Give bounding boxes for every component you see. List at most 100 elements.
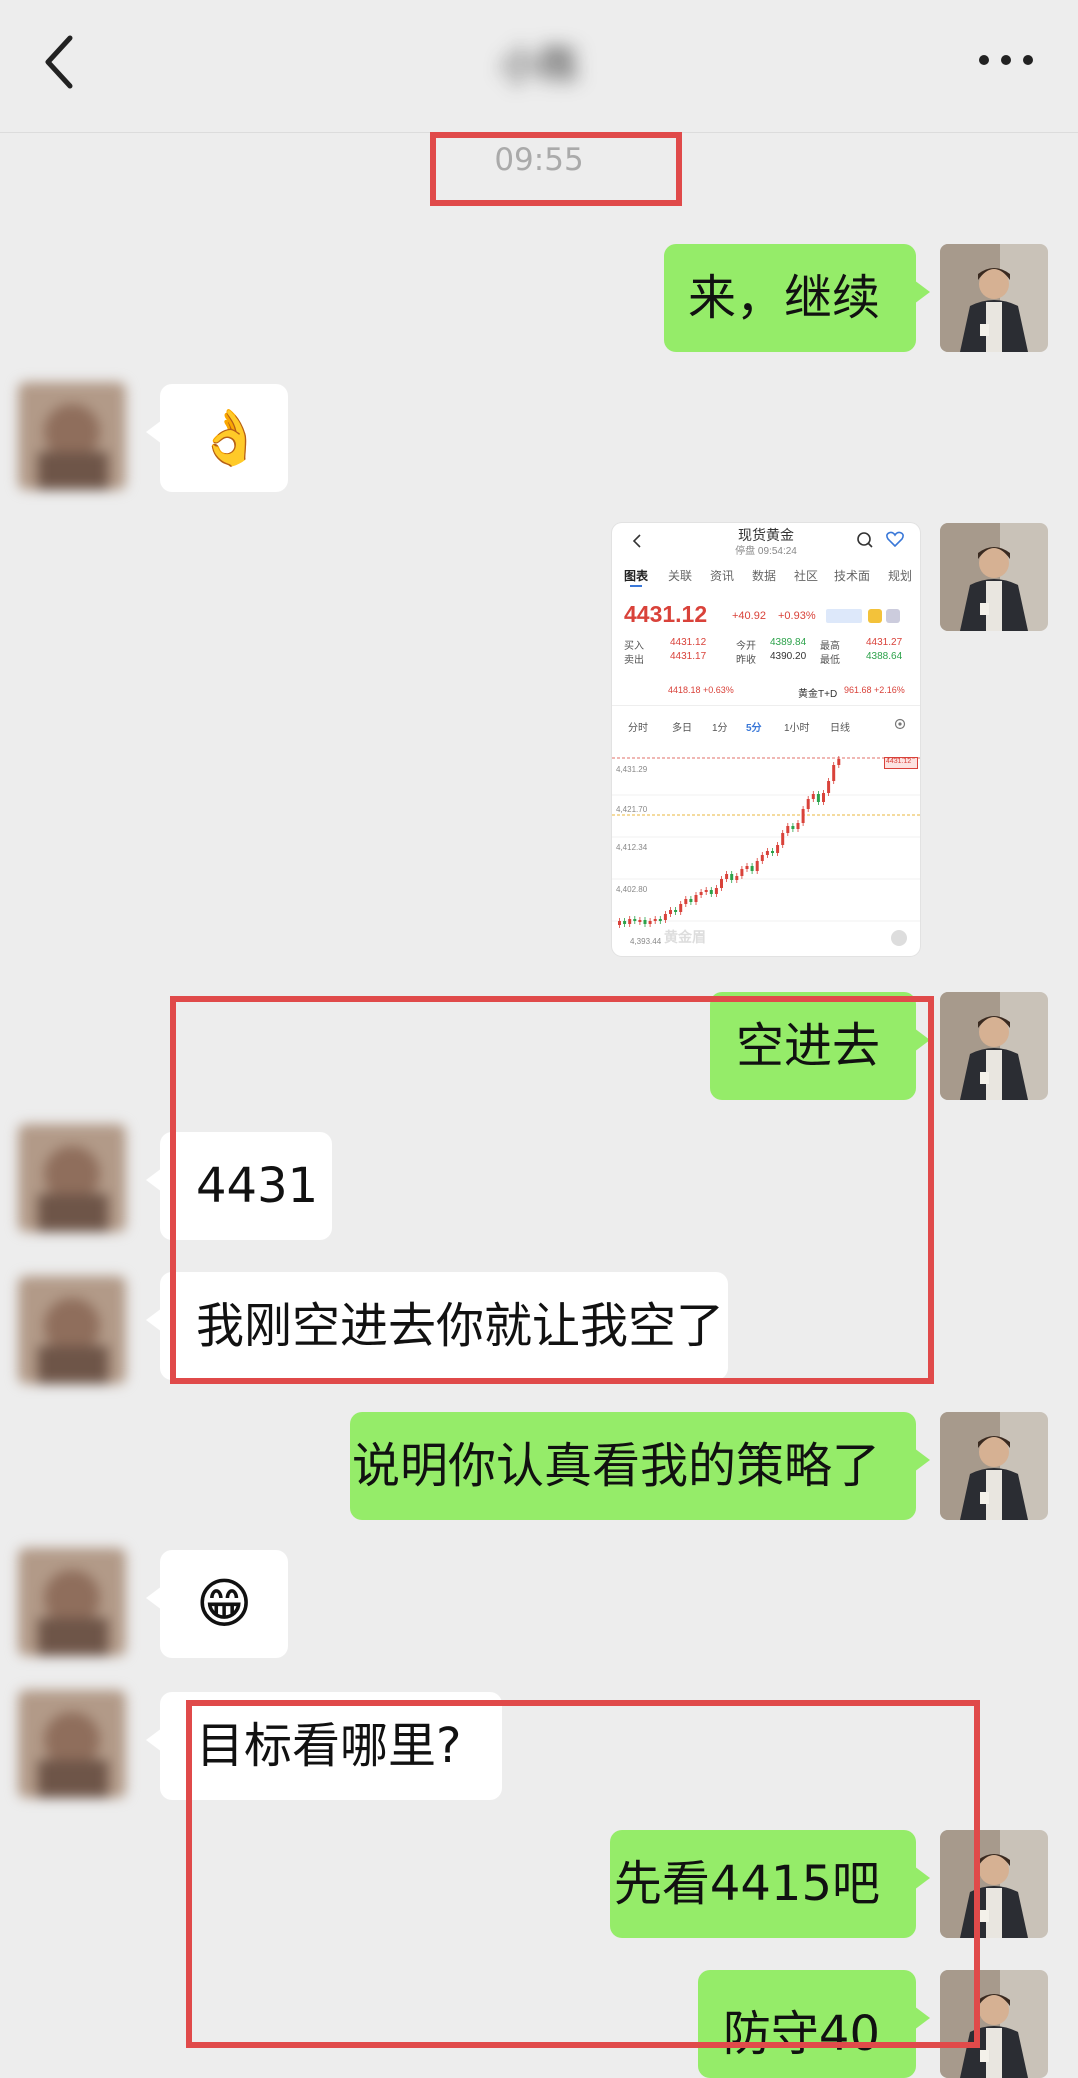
candle-body	[699, 892, 703, 895]
candle-body	[674, 910, 678, 912]
message-bubble-sent[interactable]: 说明你认真看我的策略了	[350, 1412, 930, 1520]
candle-body	[745, 866, 749, 869]
shot-high: 4431.27	[866, 637, 903, 648]
contact-photo-icon	[18, 1548, 126, 1656]
candle-body	[679, 904, 683, 912]
message-bubble-received[interactable]: 4431	[146, 1132, 332, 1240]
my-avatar[interactable]	[940, 1830, 1048, 1938]
shot-buy: 4431.12	[670, 637, 707, 648]
message-bubble-sent[interactable]: 来，继续	[664, 244, 930, 352]
shot-tab-1: 关联	[668, 569, 693, 583]
shot-buy-label: 买入	[624, 641, 644, 652]
candle-body	[837, 759, 841, 765]
shot-tab-5: 技术面	[834, 569, 871, 583]
shot-sub-left: 4418.18 +0.63%	[668, 685, 734, 695]
contact-avatar[interactable]	[18, 1548, 126, 1656]
message-bubble-sent[interactable]: 防守40	[698, 1970, 930, 2078]
shot-period-1: 多日	[672, 723, 692, 734]
candle-body	[663, 914, 667, 920]
shot-watermark: 黄金眉	[664, 929, 706, 945]
message-bubble-sent[interactable]: 先看4415吧	[610, 1830, 930, 1938]
back-arrow-icon[interactable]	[38, 30, 82, 94]
candle-body	[684, 899, 688, 904]
avatar-photo-icon	[940, 1830, 1048, 1938]
shot-low-label: 最低	[820, 655, 840, 666]
candle-body	[735, 876, 739, 880]
avatar-photo-icon	[940, 244, 1048, 352]
shot-period-2: 1分	[712, 723, 728, 734]
candle-body	[801, 809, 805, 823]
my-avatar[interactable]	[940, 1970, 1048, 2078]
candle-body	[643, 920, 647, 924]
candle-body	[633, 919, 637, 921]
candle-body	[704, 890, 708, 892]
shot-search-icon	[857, 532, 873, 548]
my-avatar[interactable]	[940, 992, 1048, 1100]
shot-tab-3: 数据	[752, 569, 777, 583]
my-avatar[interactable]	[940, 523, 1048, 631]
candle-body	[750, 866, 754, 871]
message-bubble-received[interactable]: 目标看哪里?	[146, 1692, 502, 1800]
shot-badge-icon-2	[886, 609, 900, 623]
candle-body	[730, 874, 734, 880]
shot-sub-right-label: 黄金T+D	[798, 689, 838, 700]
avatar-photo-icon	[940, 523, 1048, 631]
shot-period-5: 日线	[830, 723, 850, 734]
contact-photo-icon	[18, 1690, 126, 1798]
candle-body	[781, 833, 785, 845]
shot-period-0: 分时	[628, 723, 648, 734]
message-bubble-received[interactable]: 😁	[146, 1550, 288, 1658]
shot-low: 4388.64	[866, 651, 903, 662]
my-avatar[interactable]	[940, 1412, 1048, 1520]
contact-avatar[interactable]	[18, 1276, 126, 1384]
candle-body	[791, 826, 795, 829]
shot-high-label: 最高	[820, 641, 840, 652]
my-avatar[interactable]	[940, 244, 1048, 352]
shot-sell: 4431.17	[670, 651, 707, 662]
contact-avatar[interactable]	[18, 1124, 126, 1232]
shot-tab-indicator	[630, 585, 642, 587]
shot-tab-4: 社区	[794, 569, 819, 583]
candle-body	[709, 890, 713, 894]
shot-badge-icon	[868, 609, 882, 623]
shot-tab-0: 图表	[624, 569, 649, 583]
candle-body	[776, 845, 780, 853]
candle-body	[740, 869, 744, 876]
shot-prev: 4390.20	[770, 651, 807, 662]
message-image-screenshot[interactable]: 现货黄金 停盘 09:54:24 图表 关联 资讯 数据 社区 技术面 规划 4…	[612, 523, 920, 956]
time-separator: 09:55	[494, 142, 584, 178]
candle-body	[811, 794, 815, 799]
more-options-icon[interactable]	[974, 40, 1038, 80]
contact-avatar[interactable]	[18, 1690, 126, 1798]
shot-open: 4389.84	[770, 637, 807, 648]
message-bubble-received[interactable]: 我刚空进去你就让我空了	[146, 1272, 728, 1380]
avatar-photo-icon	[940, 1412, 1048, 1520]
chat-title: 小陈	[500, 43, 580, 89]
shot-period-3: 5分	[746, 723, 762, 734]
shot-sub-right: 961.68 +2.16%	[844, 685, 905, 695]
candle-body	[638, 920, 642, 922]
candle-body	[796, 823, 800, 829]
message-bubble-received[interactable]: 👌	[146, 384, 288, 492]
contact-avatar[interactable]	[18, 382, 126, 490]
candle-body	[832, 765, 836, 781]
shot-prev-label: 昨收	[736, 655, 756, 666]
shot-price: 4431.12	[624, 601, 708, 627]
candle-body	[658, 919, 662, 921]
message-bubble-sent[interactable]: 空进去	[710, 992, 930, 1100]
contact-photo-icon	[18, 1124, 126, 1232]
candle-body	[694, 895, 698, 902]
shot-period-4: 1小时	[784, 723, 810, 734]
candle-body	[725, 874, 729, 879]
shot-candlestick-chart	[612, 756, 920, 928]
shot-settings-icon	[894, 718, 906, 730]
candle-body	[765, 851, 769, 855]
candle-body	[714, 888, 718, 894]
candle-body	[816, 794, 820, 802]
shot-tab-2: 资讯	[710, 569, 735, 583]
shot-open-label: 今开	[736, 641, 756, 652]
candle-body	[771, 851, 774, 853]
candle-body	[669, 910, 672, 914]
candle-body	[822, 793, 825, 802]
candle-body	[760, 855, 764, 861]
